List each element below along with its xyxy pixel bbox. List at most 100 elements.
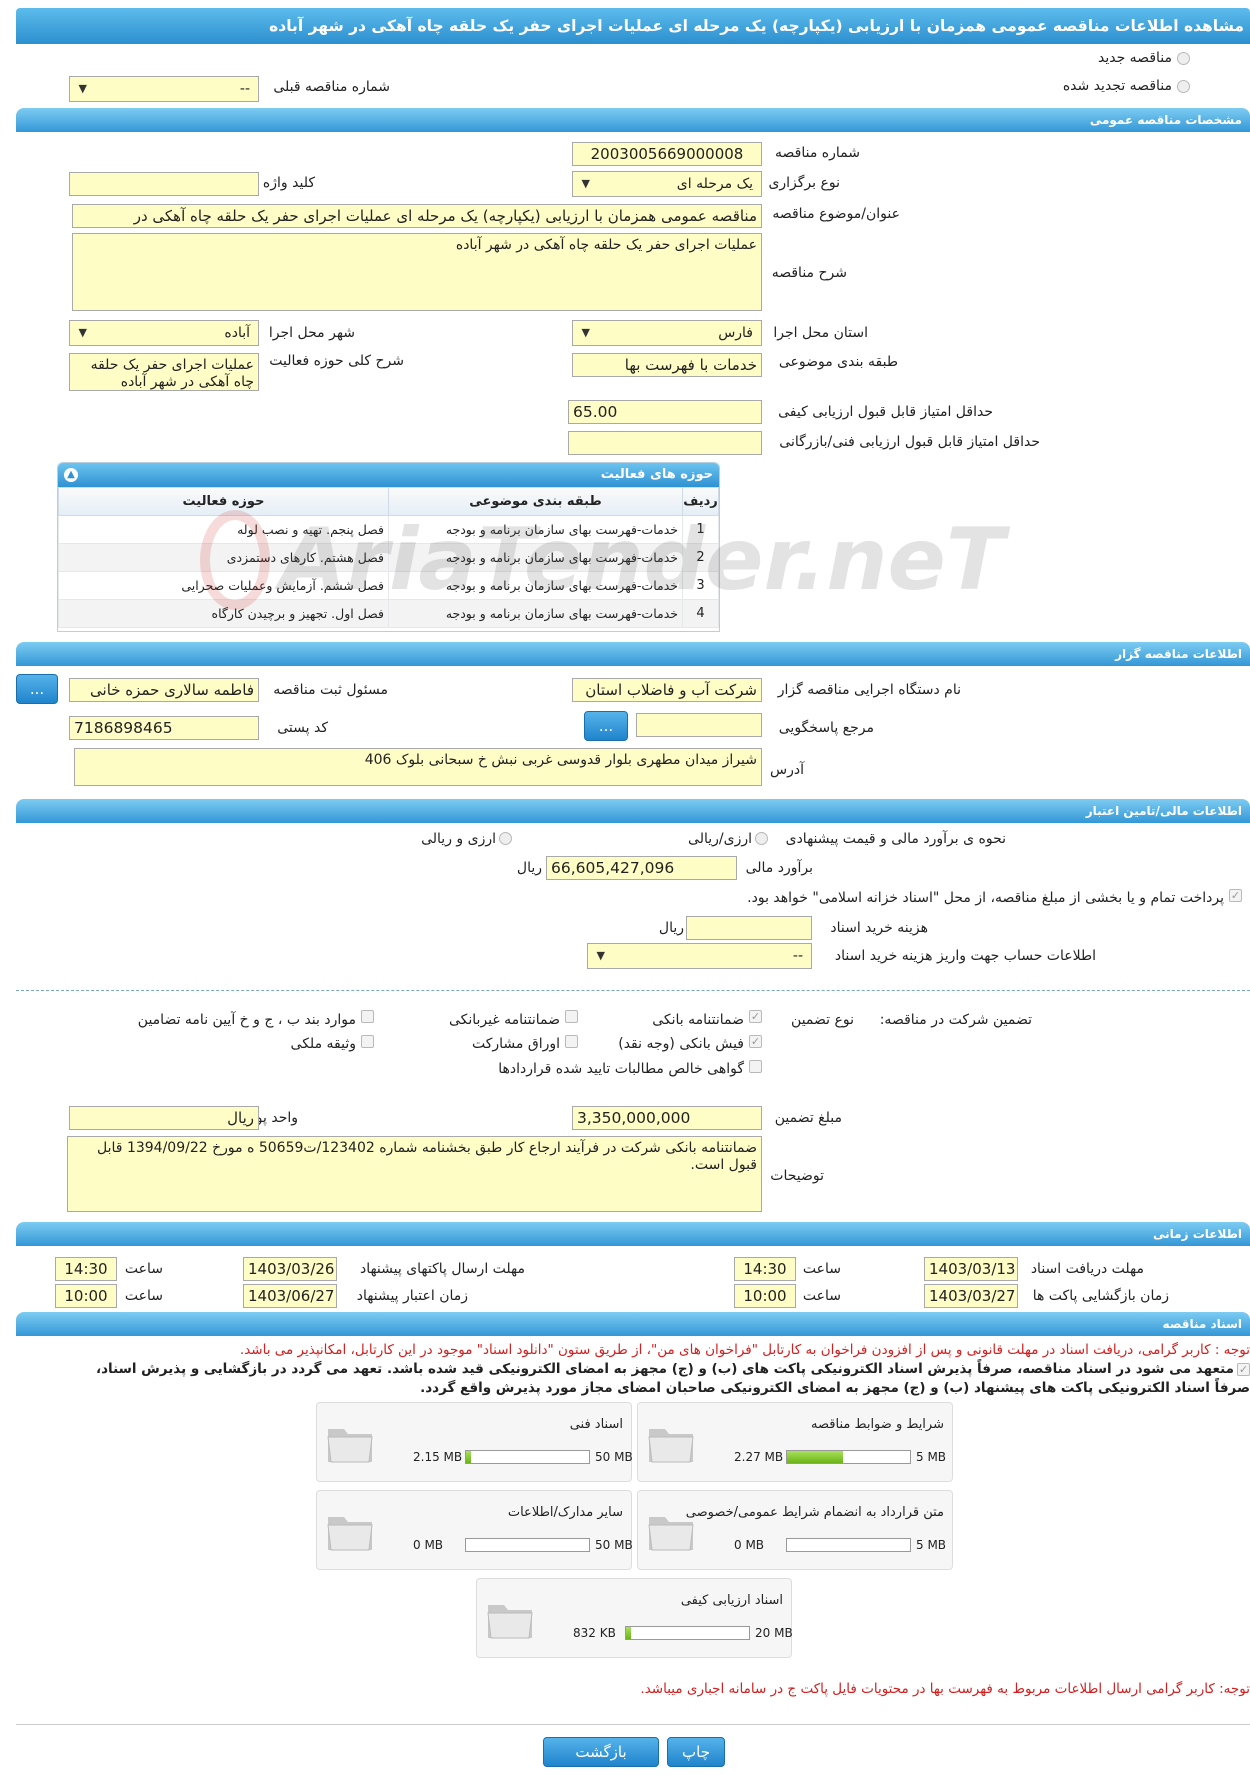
property-collateral-checkbox[interactable] — [361, 1035, 374, 1048]
prev-number-select[interactable]: -- ▼ — [69, 76, 259, 102]
divider — [16, 990, 1250, 991]
opening-hour-field[interactable]: 10:00 — [734, 1284, 796, 1308]
keyword-label: کلید واژه — [262, 175, 315, 191]
validity-date-field[interactable]: 1403/06/27 — [243, 1284, 337, 1308]
regulation-items-checkbox[interactable] — [361, 1010, 374, 1023]
progress-bar — [625, 1626, 750, 1640]
postal-code-label: کد پستی — [277, 720, 328, 736]
tender-number-label: شماره مناقصه — [775, 145, 860, 161]
folder-icon — [487, 1605, 533, 1639]
file-card[interactable]: شرایط و ضوابط مناقصه 2.27 MB 5 MB — [637, 1402, 953, 1482]
estimate-method-label: نحوه ی برآورد مالی و قیمت پیشنهادی — [785, 831, 1006, 847]
validity-time-field[interactable]: 10:00 — [55, 1284, 117, 1308]
city-label: شهر محل اجرا — [268, 325, 355, 341]
file-card[interactable]: متن قرارداد به انضمام شرایط عمومی/خصوصی … — [637, 1490, 953, 1570]
treasury-text: پرداخت تمام و یا بخشی از مبلغ مناقصه، از… — [747, 890, 1224, 906]
net-claims-label: گواهی خالص مطالبات تایید شده قراردادها — [498, 1061, 744, 1077]
file-card[interactable]: اسناد ارزیابی کیفی 832 KB 20 MB — [476, 1578, 793, 1658]
account-select[interactable]: -- ▼ — [587, 943, 812, 969]
receive-time-field[interactable]: 14:30 — [734, 1257, 796, 1281]
print-button[interactable]: چاپ — [667, 1737, 725, 1767]
footer-notice: توجه: کاربر گرامی ارسال اطلاعات مربوط به… — [640, 1681, 1250, 1697]
registrar-label: مسئول ثبت مناقصه — [273, 682, 388, 698]
chevron-down-icon: ▼ — [581, 326, 590, 339]
registrar-lookup-button[interactable]: ... — [16, 674, 58, 704]
activities-panel: حوزه های فعالیت ▲ ردیف طبقه بندی موضوعی … — [57, 462, 720, 632]
estimate-field[interactable]: 66,605,427,096 — [546, 856, 737, 880]
notes-label: توضیحات — [770, 1168, 824, 1184]
folder-icon — [327, 1429, 373, 1463]
cash-deposit-checkbox[interactable]: ✓ — [749, 1035, 762, 1048]
progress-bar — [465, 1538, 590, 1552]
property-collateral-label: وثیقه ملکی — [290, 1036, 356, 1052]
min-tech-field[interactable] — [568, 431, 762, 455]
guarantee-amount-field[interactable]: 3,350,000,000 — [572, 1106, 762, 1130]
collapse-icon[interactable]: ▲ — [64, 468, 78, 482]
reference-lookup-button[interactable]: ... — [584, 711, 628, 741]
receive-time-label: ساعت — [802, 1261, 841, 1277]
bank-guarantee-checkbox[interactable]: ✓ — [749, 1010, 762, 1023]
table-row[interactable]: 3 خدمات-فهرست بهای سازمان برنامه و بودجه… — [58, 571, 719, 600]
account-label: اطلاعات حساب جهت واریز هزینه خرید اسناد — [834, 948, 1096, 964]
progress-bar — [786, 1450, 911, 1464]
holding-type-select[interactable]: یک مرحله ای ▼ — [572, 171, 762, 197]
treasury-checkbox[interactable]: ✓ — [1229, 889, 1242, 902]
subject-field[interactable]: مناقصه عمومی همزمان با ارزیابی (یکپارچه)… — [72, 204, 762, 228]
nonbank-guarantee-checkbox[interactable] — [565, 1010, 578, 1023]
net-claims-checkbox[interactable] — [749, 1060, 762, 1073]
commitment-checkbox[interactable]: ✓ — [1237, 1363, 1250, 1376]
receive-date-field[interactable]: 1403/03/13 — [924, 1257, 1018, 1281]
notes-field[interactable]: ضمانتنامه بانکی شرکت در فرآیند ارجاع کار… — [67, 1136, 762, 1212]
city-select[interactable]: آباده ▼ — [69, 320, 259, 346]
min-quality-label: حداقل امتیاز قابل قبول ارزیابی کیفی — [778, 404, 993, 420]
participation-guarantee-label: تضمین شرکت در مناقصه: — [879, 1012, 1032, 1028]
regulation-items-label: موارد بند ب ، ج و خ آیین نامه تضامین — [137, 1012, 356, 1028]
address-field[interactable]: شیراز میدان مطهری بلوار قدوسی غربی نبش خ… — [74, 748, 762, 786]
chevron-down-icon: ▼ — [78, 326, 87, 339]
category-field[interactable]: خدمات با فهرست بها — [572, 353, 762, 377]
file-card[interactable]: اسناد فنی 2.15 MB 50 MB — [316, 1402, 633, 1482]
currency-rial-radio[interactable] — [755, 832, 768, 845]
keyword-field[interactable] — [69, 172, 259, 196]
send-date-field[interactable]: 1403/03/26 — [243, 1257, 337, 1281]
renewed-tender-radio[interactable] — [1177, 80, 1190, 93]
opening-date-field[interactable]: 1403/03/27 — [924, 1284, 1018, 1308]
table-row[interactable]: 2 خدمات-فهرست بهای سازمان برنامه و بودجه… — [58, 543, 719, 572]
bonds-checkbox[interactable] — [565, 1035, 578, 1048]
cash-deposit-label: فیش بانکی (وجه نقد) — [618, 1036, 744, 1052]
currency-rial-label: ارزی/ریالی — [688, 831, 752, 847]
currency-unit-field[interactable]: ریال — [69, 1106, 259, 1130]
validity-label: زمان اعتبار پیشنهاد — [356, 1288, 468, 1304]
new-tender-radio[interactable] — [1177, 52, 1190, 65]
section-organizer: اطلاعات مناقصه گزار — [16, 642, 1250, 666]
registrar-field[interactable]: فاطمه سالاری حمزه خانی — [69, 678, 259, 702]
table-row[interactable]: 1 خدمات-فهرست بهای سازمان برنامه و بودجه… — [58, 515, 719, 544]
receive-deadline-label: مهلت دریافت اسناد — [1030, 1261, 1144, 1277]
tender-number-field[interactable]: 2003005669000008 — [572, 142, 762, 166]
opening-time-label: زمان بازگشایی پاکت ها — [1032, 1288, 1169, 1304]
send-time-field[interactable]: 14:30 — [55, 1257, 117, 1281]
opening-hour-label: ساعت — [802, 1288, 841, 1304]
organizer-name-field[interactable]: شرکت آب و فاضلاب استان — [572, 678, 762, 702]
documents-notice: توجه : کاربر گرامی، دریافت اسناد در مهلت… — [239, 1342, 1250, 1358]
doc-cost-field[interactable] — [686, 916, 812, 940]
file-card[interactable]: سایر مدارک/اطلاعات 0 MB 50 MB — [316, 1490, 633, 1570]
province-select[interactable]: فارس ▼ — [572, 320, 762, 346]
postal-code-field[interactable]: 7186898465 — [69, 716, 259, 740]
description-label: شرح مناقصه — [771, 265, 847, 281]
currency-and-rial-radio[interactable] — [499, 832, 512, 845]
table-row[interactable]: 4 خدمات-فهرست بهای سازمان برنامه و بودجه… — [58, 599, 719, 628]
min-quality-field[interactable]: 65.00 — [568, 400, 762, 424]
new-tender-label: مناقصه جدید — [1097, 50, 1172, 66]
section-documents: اسناد مناقصه — [16, 1312, 1250, 1336]
prev-number-label: شماره مناقصه قبلی — [273, 79, 390, 95]
divider — [16, 1724, 1250, 1725]
validity-time-label: ساعت — [124, 1288, 163, 1304]
chevron-down-icon: ▼ — [596, 949, 605, 962]
guarantee-amount-label: مبلغ تضمین — [774, 1110, 842, 1126]
reference-field[interactable] — [636, 713, 762, 737]
description-field[interactable]: عملیات اجرای حفر یک حلقه چاه آهکی در شهر… — [72, 233, 762, 311]
activity-desc-field[interactable]: عملیات اجرای حفر یک حلقه چاه آهکی در شهر… — [69, 353, 259, 391]
doc-cost-label: هزینه خرید اسناد — [830, 920, 928, 936]
back-button[interactable]: بازگشت — [543, 1737, 659, 1767]
